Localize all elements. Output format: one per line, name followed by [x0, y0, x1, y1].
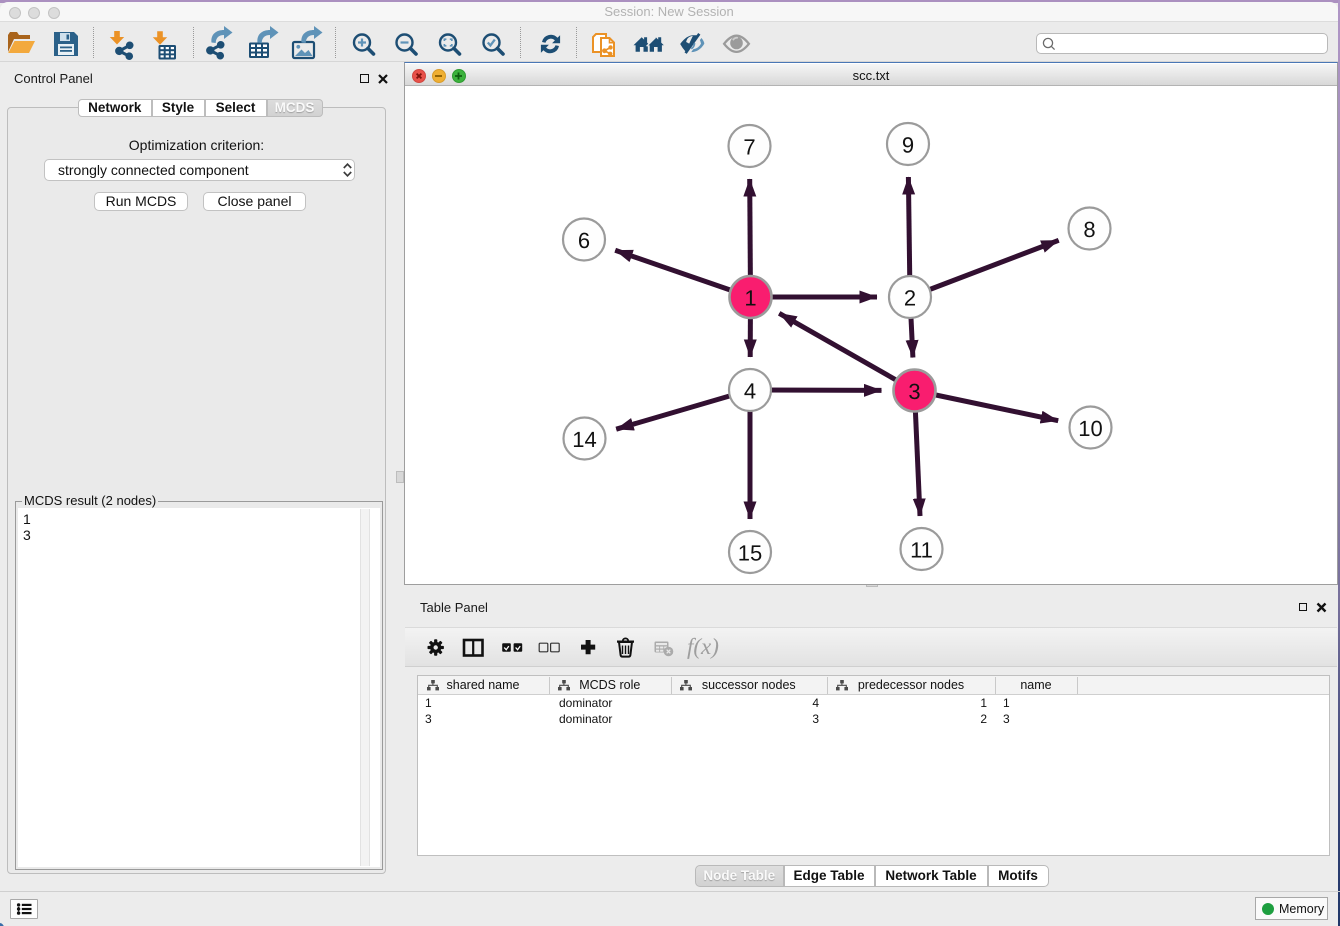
svg-text:7: 7 [743, 135, 755, 160]
svg-text:9: 9 [902, 133, 914, 158]
svg-text:6: 6 [578, 228, 590, 253]
svg-text:14: 14 [572, 427, 596, 452]
svg-text:15: 15 [738, 541, 762, 566]
svg-text:4: 4 [744, 379, 756, 404]
svg-text:3: 3 [908, 379, 920, 404]
svg-text:f(x): f(x) [687, 634, 719, 659]
svg-text:2: 2 [904, 286, 916, 311]
svg-text:11: 11 [910, 538, 933, 563]
svg-text:10: 10 [1078, 416, 1102, 441]
svg-text:8: 8 [1083, 217, 1095, 242]
svg-text:1: 1 [744, 286, 756, 311]
